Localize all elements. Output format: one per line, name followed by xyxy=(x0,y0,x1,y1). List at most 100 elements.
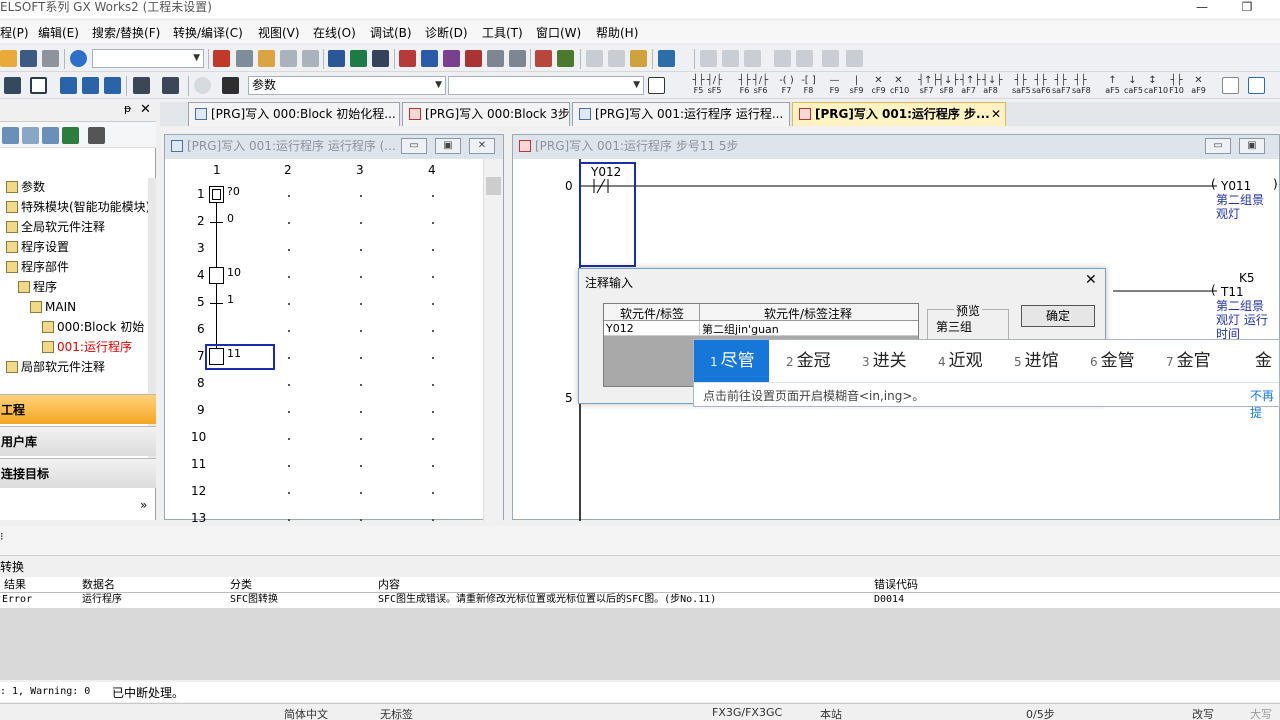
tab-run-program[interactable]: [PRG]写入 001:运行程序 运行程... xyxy=(572,102,790,126)
binoculars-icon[interactable] xyxy=(222,77,239,94)
tree-item[interactable]: 局部软元件注释 xyxy=(6,358,105,376)
tree-item[interactable]: 001:运行程序 xyxy=(42,338,132,356)
ok-button[interactable]: 确定 xyxy=(1021,305,1095,327)
fkey-sf8[interactable]: ┤↓├ sF8 xyxy=(938,76,958,96)
dev2-icon[interactable] xyxy=(82,77,99,94)
tab-block-3[interactable]: [PRG]写入 000:Block 3步 xyxy=(402,102,570,126)
ime-candidate[interactable]: 4 近观 xyxy=(938,340,983,382)
align-left-icon[interactable] xyxy=(700,50,717,67)
menu-diagnose[interactable]: 诊断(D) xyxy=(425,24,468,41)
ime-candidate[interactable]: 6 金管 xyxy=(1090,340,1135,382)
fkey-saf6[interactable]: ┤├ saF6 xyxy=(1032,76,1051,96)
fkey-sf7[interactable]: ┤↑├ sF7 xyxy=(918,76,938,96)
sfc-transition[interactable] xyxy=(210,303,223,304)
fkey-f9[interactable]: — F9 xyxy=(826,76,843,96)
nav-button[interactable]: 连接目标 xyxy=(0,458,156,488)
search-combo-2[interactable]: ▼ xyxy=(448,76,644,95)
display-icon[interactable] xyxy=(30,77,47,94)
menu-help[interactable]: 帮助(H) xyxy=(596,24,638,41)
fkey-cf9[interactable]: ✕ cF9 xyxy=(870,76,887,96)
tab-close-icon[interactable]: ✕ xyxy=(991,103,1001,125)
menu-window[interactable]: 窗口(W) xyxy=(536,24,581,41)
sfc-step-box[interactable] xyxy=(209,186,224,203)
simulation-icon[interactable] xyxy=(586,50,603,67)
nav-paste-icon[interactable] xyxy=(42,127,59,144)
tree-item[interactable]: 000:Block 初始 xyxy=(42,318,144,336)
tab-run-program-step[interactable]: [PRG]写入 001:运行程序 步... ✕ xyxy=(792,102,1006,126)
nav-button[interactable]: 工程 xyxy=(0,394,156,424)
dev3-icon[interactable] xyxy=(104,77,121,94)
fkey-af7[interactable]: ┤↑├ aF7 xyxy=(960,76,980,96)
ladder-maximize-button[interactable]: ▣ xyxy=(1239,138,1265,154)
ime-candidate[interactable]: 3 进关 xyxy=(862,340,907,382)
stop-monitor-icon[interactable] xyxy=(557,50,574,67)
diagnostics-icon[interactable] xyxy=(487,50,504,67)
format-icon[interactable] xyxy=(774,50,791,67)
fkey-f7[interactable]: -( ) F7 xyxy=(778,76,795,96)
paste-icon[interactable] xyxy=(258,50,275,67)
find-icon[interactable] xyxy=(162,77,179,94)
nav-button[interactable]: 用户库 xyxy=(0,426,156,456)
zoom2-icon[interactable] xyxy=(846,50,863,67)
ladder-minimize-button[interactable]: ▭ xyxy=(1205,138,1231,154)
save-icon[interactable] xyxy=(20,50,37,67)
cut-icon[interactable] xyxy=(213,50,230,67)
fkey-caf5[interactable]: ↓ caF5 xyxy=(1124,76,1143,96)
menu-edit[interactable]: 编辑(E) xyxy=(38,24,79,41)
nav-prop-icon[interactable] xyxy=(2,127,19,144)
ime-candidate[interactable]: 2 金冠 xyxy=(786,340,831,382)
tree-item[interactable]: 程序部件 xyxy=(6,258,69,276)
help-icon[interactable] xyxy=(70,50,87,67)
fkey-saf7[interactable]: ┤├ saF7 xyxy=(1052,76,1071,96)
redo-icon[interactable] xyxy=(302,50,319,67)
copy-icon[interactable] xyxy=(236,50,253,67)
nav-refresh-icon[interactable] xyxy=(62,127,79,144)
sfc-close-button[interactable]: ✕ xyxy=(469,138,495,154)
fkey-caf10[interactable]: ↕ caF10 xyxy=(1144,76,1168,96)
read-plc-icon[interactable] xyxy=(421,50,438,67)
tree-item[interactable]: 特殊模块(智能功能模块) xyxy=(6,198,150,216)
open-folder-icon[interactable] xyxy=(0,50,17,67)
menu-online[interactable]: 在线(O) xyxy=(313,24,356,41)
sfc-vscrollbar[interactable] xyxy=(483,159,503,521)
ime-candidate[interactable]: 7 金官 xyxy=(1166,340,1211,382)
network-icon[interactable] xyxy=(509,50,526,67)
ime-hint[interactable]: 点击前往设置页面开启模糊音<in,ing>。 xyxy=(703,387,924,404)
fkey-saf8[interactable]: ┤├ saF8 xyxy=(1072,76,1091,96)
sfc-transition[interactable] xyxy=(210,222,223,223)
sfc-maximize-button[interactable]: ▣ xyxy=(435,138,461,154)
undo-icon[interactable] xyxy=(280,50,297,67)
write-mode-icon[interactable] xyxy=(1248,77,1265,94)
tree-item[interactable]: 参数 xyxy=(6,178,45,196)
nav-copy-icon[interactable] xyxy=(22,127,39,144)
fkey-saf5[interactable]: ┤├ saF5 xyxy=(1012,76,1031,96)
start-monitor-icon[interactable] xyxy=(535,50,552,67)
monitor-icon[interactable] xyxy=(372,50,389,67)
menu-project[interactable]: 程(P) xyxy=(0,24,29,41)
remote-icon[interactable] xyxy=(465,50,482,67)
format2-icon[interactable] xyxy=(796,50,813,67)
row-comment-input[interactable]: 第二组jin'guan xyxy=(702,321,779,337)
zoom-icon[interactable] xyxy=(822,50,839,67)
fkey-af8[interactable]: ┤↓├ aF8 xyxy=(982,76,1002,96)
sim-stop-icon[interactable] xyxy=(608,50,625,67)
fkey-sf6[interactable]: ┤/├ sF6 xyxy=(752,76,769,96)
tree-item[interactable]: MAIN xyxy=(30,298,76,316)
mode-icon[interactable] xyxy=(1222,77,1239,94)
fkey-f6[interactable]: ┤├ F6 xyxy=(736,76,753,96)
verify-icon[interactable] xyxy=(443,50,460,67)
restore-button[interactable]: ❐ xyxy=(1232,0,1262,16)
align-center-icon[interactable] xyxy=(722,50,739,67)
print-icon[interactable] xyxy=(42,50,59,67)
trace-icon[interactable] xyxy=(630,50,647,67)
ime-candidate[interactable]: 5 进馆 xyxy=(1014,340,1059,382)
sfc-step-box[interactable] xyxy=(209,267,224,284)
question-icon[interactable] xyxy=(194,77,211,94)
nav-close-icon[interactable]: ✕ xyxy=(140,102,151,117)
pin-icon[interactable]: ᵽ xyxy=(124,102,131,115)
menu-debug[interactable]: 调试(B) xyxy=(370,24,412,41)
watch-icon[interactable] xyxy=(133,77,150,94)
fkey-f8[interactable]: -[ ] F8 xyxy=(800,76,817,96)
tree-item[interactable]: 程序 xyxy=(18,278,57,296)
menu-convert[interactable]: 转换/编译(C) xyxy=(173,24,243,41)
